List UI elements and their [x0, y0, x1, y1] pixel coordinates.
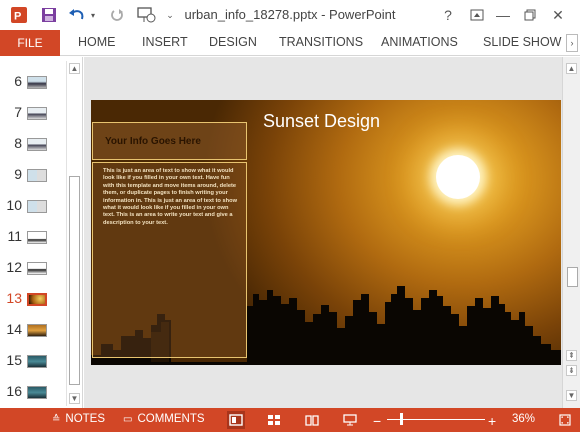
- info-body-text[interactable]: This is just an area of text to show wha…: [92, 162, 247, 358]
- thumbnail-slide-7[interactable]: 7: [0, 103, 66, 123]
- ribbon-display-icon: [470, 9, 484, 21]
- next-slide-icon[interactable]: ⇟: [566, 365, 577, 376]
- tab-transitions[interactable]: TRANSITIONS: [279, 35, 363, 49]
- thumbnail-slide-10[interactable]: 10: [0, 196, 66, 216]
- slide-thumbnail-image: [27, 200, 47, 213]
- tab-slide-show[interactable]: SLIDE SHOW: [483, 35, 562, 49]
- slide-thumbnail-image: [27, 355, 47, 368]
- slide-thumbnail-image: [27, 386, 47, 399]
- slide-number: 7: [14, 104, 22, 120]
- tab-file[interactable]: FILE: [0, 30, 60, 56]
- slide-thumbnail-image: [27, 76, 47, 89]
- slide-number: 9: [14, 166, 22, 182]
- thumbnail-slide-8[interactable]: 8: [0, 134, 66, 154]
- zoom-slider-thumb[interactable]: [400, 413, 403, 425]
- fit-slide-icon[interactable]: [556, 411, 574, 429]
- comments-label: COMMENTS: [137, 413, 205, 425]
- notes-icon: ≙: [52, 413, 61, 425]
- scroll-down-icon[interactable]: ▼: [69, 393, 80, 404]
- thumbnail-slide-13[interactable]: 13: [0, 289, 66, 309]
- zoom-level[interactable]: 36%: [512, 413, 535, 425]
- thumbnail-slide-14[interactable]: 14: [0, 320, 66, 340]
- restore-button[interactable]: [519, 5, 541, 25]
- notes-label: NOTES: [65, 413, 106, 425]
- normal-view-icon[interactable]: [227, 411, 245, 429]
- close-icon: ✕: [552, 6, 564, 23]
- zoom-out-icon[interactable]: −: [373, 413, 381, 429]
- zoom-slider[interactable]: [387, 413, 485, 425]
- scroll-up-icon[interactable]: ▲: [69, 63, 80, 74]
- current-slide[interactable]: Sunset Design Your Info Goes Here This i…: [91, 100, 561, 365]
- tab-animations[interactable]: ANIMATIONS: [381, 35, 458, 49]
- slide-number: 12: [6, 259, 22, 275]
- thumbnail-slide-15[interactable]: 15: [0, 351, 66, 371]
- tab-insert[interactable]: INSERT: [142, 35, 188, 49]
- thumbnail-slide-11[interactable]: 11: [0, 227, 66, 247]
- close-button[interactable]: ✕: [547, 5, 569, 25]
- slide-thumbnail-image: [27, 231, 47, 244]
- slide-number: 16: [6, 383, 22, 399]
- scrollbar-thumb[interactable]: [567, 267, 578, 287]
- slide-show-view-icon[interactable]: [341, 411, 359, 429]
- slide-thumbnail-image: [27, 324, 47, 337]
- ribbon-display-options-button[interactable]: [466, 5, 488, 25]
- thumbnail-slide-16[interactable]: 16: [0, 382, 66, 402]
- slide-number: 8: [14, 135, 22, 151]
- slide-title[interactable]: Sunset Design: [263, 111, 380, 132]
- thumbnail-slide-9[interactable]: 9: [0, 165, 66, 185]
- thumbnail-slide-12[interactable]: 12: [0, 258, 66, 278]
- minimize-button[interactable]: —: [492, 5, 514, 25]
- help-button[interactable]: ?: [437, 5, 459, 25]
- help-icon: ?: [444, 7, 452, 23]
- slide-sorter-view-icon[interactable]: [265, 411, 283, 429]
- slide-number: 10: [6, 197, 22, 213]
- restore-icon: [524, 9, 536, 21]
- ribbon-tabs: FILE HOME INSERT DESIGN TRANSITIONS ANIM…: [0, 30, 580, 56]
- minimize-icon: —: [496, 7, 510, 23]
- slide-thumbnail-image: [27, 107, 47, 120]
- thumbnail-scrollbar[interactable]: ▲ ▼: [66, 61, 81, 406]
- info-heading-box[interactable]: Your Info Goes Here: [92, 122, 247, 160]
- scrollbar-thumb[interactable]: [69, 176, 80, 385]
- previous-slide-icon[interactable]: ⇞: [566, 350, 577, 361]
- slide-thumbnail-image: [27, 262, 47, 275]
- scroll-down-icon[interactable]: ▼: [566, 390, 577, 401]
- slide-thumbnail-image: [27, 169, 47, 182]
- thumbnail-slide-6[interactable]: 6: [0, 72, 66, 92]
- tab-home[interactable]: HOME: [78, 35, 116, 49]
- ribbon-scroll-right-icon[interactable]: ›: [566, 34, 578, 52]
- comments-icon: ▭: [123, 413, 133, 425]
- slide-scrollbar[interactable]: ▲ ⇞ ⇟ ▼: [562, 57, 580, 408]
- slide-thumbnail-image-active: [27, 293, 47, 306]
- reading-view-icon[interactable]: [303, 411, 321, 429]
- notes-button[interactable]: ≙ NOTES: [52, 413, 105, 425]
- slide-number: 14: [6, 321, 22, 337]
- slide-thumbnail-pane: 6 7 8 9 10 11 12 13 14 15 16 ▲ ▼: [0, 57, 83, 408]
- slide-number: 6: [14, 73, 22, 89]
- slide-number: 15: [6, 352, 22, 368]
- slide-number: 11: [7, 228, 22, 244]
- title-bar: P ▾ ⌄ urban_info_18278.pptx - PowerPoint…: [0, 0, 580, 30]
- status-bar: ≙ NOTES ▭ COMMENTS − + 36%: [0, 408, 580, 432]
- tab-design[interactable]: DESIGN: [209, 35, 257, 49]
- comments-button[interactable]: ▭ COMMENTS: [123, 413, 205, 425]
- zoom-in-icon[interactable]: +: [488, 413, 496, 429]
- slide-number-active: 13: [6, 290, 22, 306]
- slide-thumbnail-image: [27, 138, 47, 151]
- scroll-up-icon[interactable]: ▲: [566, 63, 577, 74]
